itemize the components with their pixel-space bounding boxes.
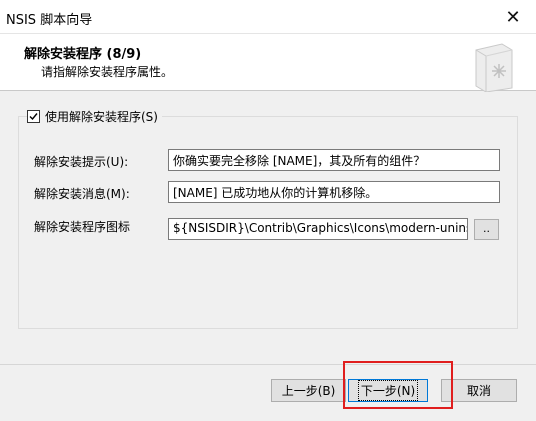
uninstall-prompt-label: 解除安装提示(U): <box>34 155 129 169</box>
window-title: NSIS 脚本向导 <box>6 13 93 28</box>
use-uninstaller-checkbox-row[interactable]: 使用解除安装程序(S) <box>27 108 162 125</box>
back-button-label: 上一步(B) <box>281 384 336 398</box>
wizard-header: 解除安装程序 (8/9) 请指解除安装程序属性。 <box>0 34 536 92</box>
use-uninstaller-checkbox[interactable] <box>27 110 40 123</box>
next-button-label: 下一步(N) <box>357 380 419 401</box>
next-button[interactable]: 下一步(N) <box>348 379 428 402</box>
content-panel: 使用解除安装程序(S) 解除安装提示(U): 你确实要完全移除 [NAME]，其… <box>0 91 536 363</box>
use-uninstaller-label: 使用解除安装程序(S) <box>45 110 158 124</box>
footer-divider <box>0 364 536 365</box>
cancel-button[interactable]: 取消 <box>441 379 517 402</box>
page-title: 解除安装程序 (8/9) <box>24 47 142 62</box>
wizard-book-icon <box>475 43 513 92</box>
uninstall-icon-input[interactable]: ${NSISDIR}\Contrib\Graphics\Icons\modern… <box>168 218 468 240</box>
uninstall-message-input[interactable]: [NAME] 已成功地从你的计算机移除。 <box>168 181 500 203</box>
uninstall-prompt-input[interactable]: 你确实要完全移除 [NAME]，其及所有的组件？ <box>168 149 500 171</box>
checkmark-icon <box>29 113 38 121</box>
uninstall-message-label: 解除安装消息(M): <box>34 187 130 201</box>
page-subtitle: 请指解除安装程序属性。 <box>41 65 174 79</box>
cancel-button-label: 取消 <box>466 384 491 398</box>
browse-icon-button[interactable]: .. <box>474 219 499 240</box>
title-bar: NSIS 脚本向导 ✕ <box>0 0 536 34</box>
uninstall-icon-label: 解除安装程序图标 <box>34 220 131 234</box>
back-button[interactable]: 上一步(B) <box>271 379 346 402</box>
close-icon[interactable]: ✕ <box>490 0 536 34</box>
